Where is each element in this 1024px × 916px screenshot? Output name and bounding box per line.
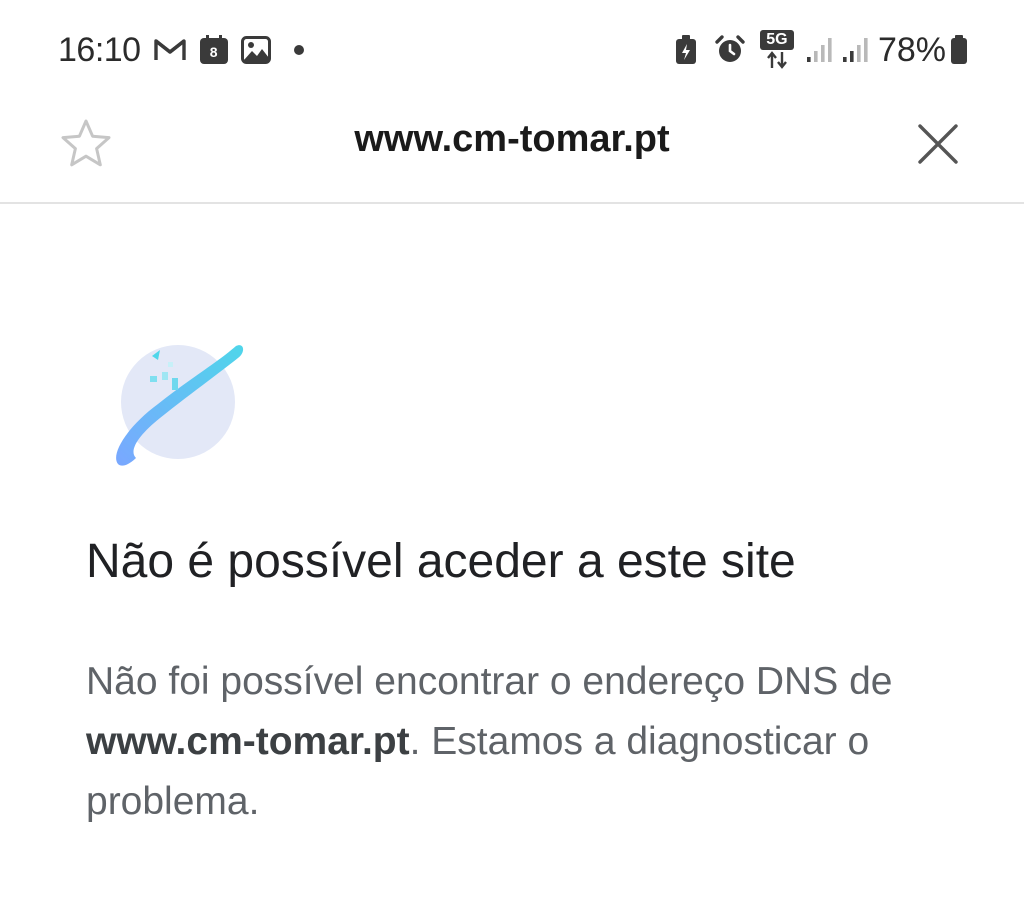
error-title: Não é possível aceder a este site [86,535,796,588]
close-icon [918,124,958,164]
battery-icon [950,35,968,65]
network-type-label: 5G [759,30,794,50]
error-illustration [108,334,248,474]
status-bar: 16:10 8 5G 78% [0,0,1024,100]
close-button[interactable] [908,114,968,174]
error-description: Não foi possível encontrar o endereço DN… [86,652,946,832]
planet-icon [116,345,244,466]
browser-toolbar: www.cm-tomar.pt [0,100,1024,204]
calendar-day: 8 [209,44,218,60]
battery-percentage: 78% [877,30,946,69]
clock: 16:10 [58,30,141,69]
gallery-icon [240,36,271,64]
network-5g-icon: 5G [759,30,794,70]
battery-saver-icon [674,35,698,65]
error-desc-text: Não foi possível encontrar o endereço DN… [86,660,893,703]
calendar-icon: 8 [199,35,229,65]
notification-dot-icon [293,44,305,56]
page-url-title: www.cm-tomar.pt [354,118,670,160]
signal-icon [842,37,868,63]
gmail-icon [153,37,187,63]
error-host: www.cm-tomar.pt [86,720,410,763]
status-bar-left: 16:10 8 [58,28,305,72]
signal-icon [806,37,832,63]
alarm-icon [714,34,746,66]
status-bar-right: 5G 78% [662,28,968,72]
